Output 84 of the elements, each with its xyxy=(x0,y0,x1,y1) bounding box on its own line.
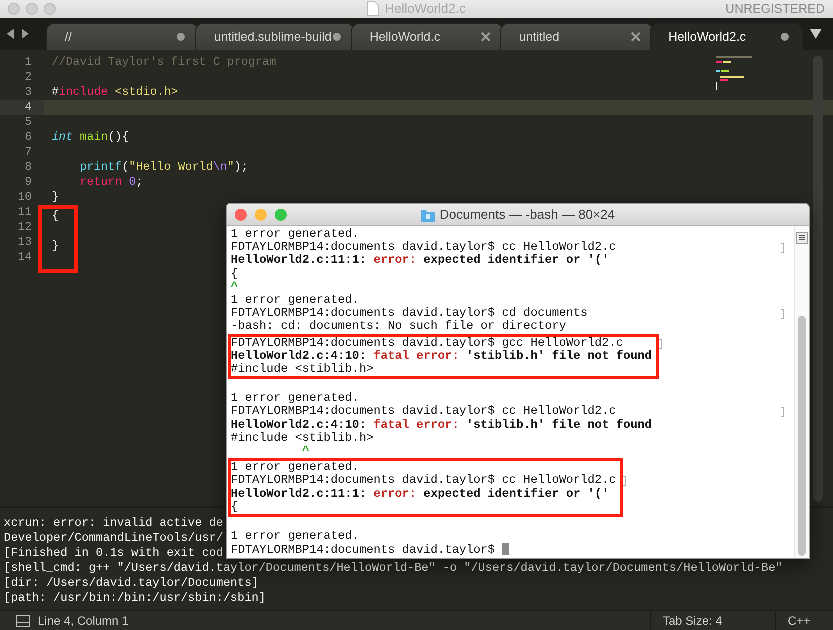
editor-tab[interactable]: HelloWorld2.c xyxy=(650,23,803,50)
editor-tab[interactable]: HelloWorld.c xyxy=(350,23,504,50)
editor-tab[interactable]: untitled.sublime-build xyxy=(195,23,355,50)
cursor-position: Line 4, Column 1 xyxy=(38,612,129,630)
syntax-selector[interactable]: C++ xyxy=(775,610,833,630)
minimap-drawing[interactable] xyxy=(716,56,754,92)
terminal-line: FDTAYLORMBP14:documents david.taylor$ cc HelloWorld2.c xyxy=(231,405,616,419)
split-pane-icon[interactable] xyxy=(796,232,808,244)
line-number: 4 xyxy=(0,100,44,115)
code-line: printf("Hello World\n"); xyxy=(79,160,248,175)
scrollbar[interactable] xyxy=(813,56,823,502)
caret-marker: ^ xyxy=(231,280,238,294)
output-line: xcrun: error: invalid active de xyxy=(4,516,224,531)
output-line: [dir: /Users/david.taylor/Documents] xyxy=(4,576,259,591)
tab-size-selector[interactable]: Tab Size: 4 xyxy=(650,610,775,630)
output-line: [Finished in 0.1s with exit cod xyxy=(4,546,224,561)
code-line: } xyxy=(51,190,60,205)
unsaved-dot-icon[interactable] xyxy=(780,32,790,42)
scrollbar[interactable] xyxy=(794,226,809,558)
code-line: { xyxy=(51,209,60,224)
dropdown-triangle-icon[interactable] xyxy=(810,29,822,39)
editor-tab[interactable]: // xyxy=(46,23,200,50)
line-number: 8 xyxy=(24,160,33,175)
terminal-line: HelloWorld2.c:11:1: error: expected identifier or '(' xyxy=(231,254,610,268)
terminal-line: HelloWorld2.c:11:1: error: expected identifier or '(' xyxy=(231,488,610,501)
code-line: #include <stdio.h> xyxy=(51,85,178,100)
editor-tab[interactable]: untitled xyxy=(500,23,654,50)
terminal-line: 1 error generated. xyxy=(231,294,360,307)
line-number: 9 xyxy=(24,175,33,190)
window-control-icon[interactable] xyxy=(235,208,247,220)
code-line: return 0; xyxy=(79,175,144,190)
line-number: 6 xyxy=(24,130,33,145)
line-number: 12 xyxy=(16,220,33,235)
terminal-line: FDTAYLORMBP14:documents david.taylor$ xyxy=(231,543,510,556)
output-line: Developer/CommandLineTools/usr/ xyxy=(4,531,224,546)
terminal-line: HelloWorld2.c:4:10: fatal error: 'stiblib.h' file not found xyxy=(231,418,652,432)
output-line: [path: /usr/bin:/bin:/usr/sbin:/sbin] xyxy=(4,591,266,606)
mark-bracket xyxy=(781,309,784,320)
code-line: int main(){ xyxy=(51,130,130,145)
terminal-line: 1 error generated. xyxy=(231,530,360,544)
window-title: HelloWorld2.c xyxy=(385,1,466,17)
line-number: 10 xyxy=(16,190,33,205)
line-number: 11 xyxy=(16,205,33,220)
caret-marker: ^ xyxy=(301,445,310,458)
code-line: //David Taylor's first C program xyxy=(51,55,276,70)
code-line: } xyxy=(51,239,60,254)
mark-bracket xyxy=(781,243,784,254)
text-cursor xyxy=(502,543,510,556)
terminal-line: FDTAYLORMBP14:documents david.taylor$ cd documents xyxy=(231,307,588,320)
line-number: 1 xyxy=(24,55,33,70)
file-icon xyxy=(367,1,380,17)
unsaved-dot-icon[interactable] xyxy=(176,32,186,42)
back-arrow-icon[interactable] xyxy=(6,28,15,40)
mark-bracket xyxy=(781,407,784,418)
terminal-line: HelloWorld2.c:4:10: fatal error: 'stiblib.h' file not found xyxy=(231,350,652,363)
folder-icon xyxy=(420,208,435,222)
unsaved-dot-icon[interactable] xyxy=(332,32,342,42)
terminal-line: { xyxy=(231,500,238,514)
terminal-line: #include <stiblib.h> xyxy=(231,362,374,376)
terminal-line: FDTAYLORMBP14:documents david.taylor$ gcc HelloWorld2.c xyxy=(231,336,624,350)
line-number: 13 xyxy=(16,235,33,250)
mark-bracket xyxy=(623,476,626,486)
terminal-line: { xyxy=(231,268,238,281)
panel-toggle-icon[interactable] xyxy=(16,614,30,626)
close-icon[interactable] xyxy=(481,32,492,42)
terminal-line: #include <stiblib.h> xyxy=(231,432,374,445)
terminal-title: Documents — -bash — 80×24 xyxy=(440,206,616,224)
line-number: 7 xyxy=(24,145,33,160)
terminal-line: FDTAYLORMBP14:documents david.taylor$ cc HelloWorld2.c xyxy=(231,241,616,254)
terminal-line: FDTAYLORMBP14:documents david.taylor$ cc HelloWorld2.c xyxy=(231,474,616,488)
line-number: 14 xyxy=(16,250,33,265)
forward-arrow-icon[interactable] xyxy=(21,28,30,40)
output-line: [shell_cmd: g++ "/Users/david.taylor/Documents/HelloWorld-Be" -o "/Users/david.taylor/Documents/HelloWorld-Be" xyxy=(4,561,783,576)
unregistered-label: UNREGISTERED xyxy=(726,0,825,18)
line-number: 2 xyxy=(24,70,33,85)
terminal-line: -bash: cd: documents: No such file or directory xyxy=(231,320,566,334)
close-icon[interactable] xyxy=(630,32,641,42)
line-number: 3 xyxy=(24,85,33,100)
mark-bracket xyxy=(659,338,662,348)
line-number: 5 xyxy=(24,115,33,130)
scroll-thumb[interactable] xyxy=(798,316,806,556)
terminal-line: 1 error generated. xyxy=(231,228,360,241)
terminal-line: 1 error generated. xyxy=(231,461,360,474)
terminal-line: 1 error generated. xyxy=(231,392,360,406)
